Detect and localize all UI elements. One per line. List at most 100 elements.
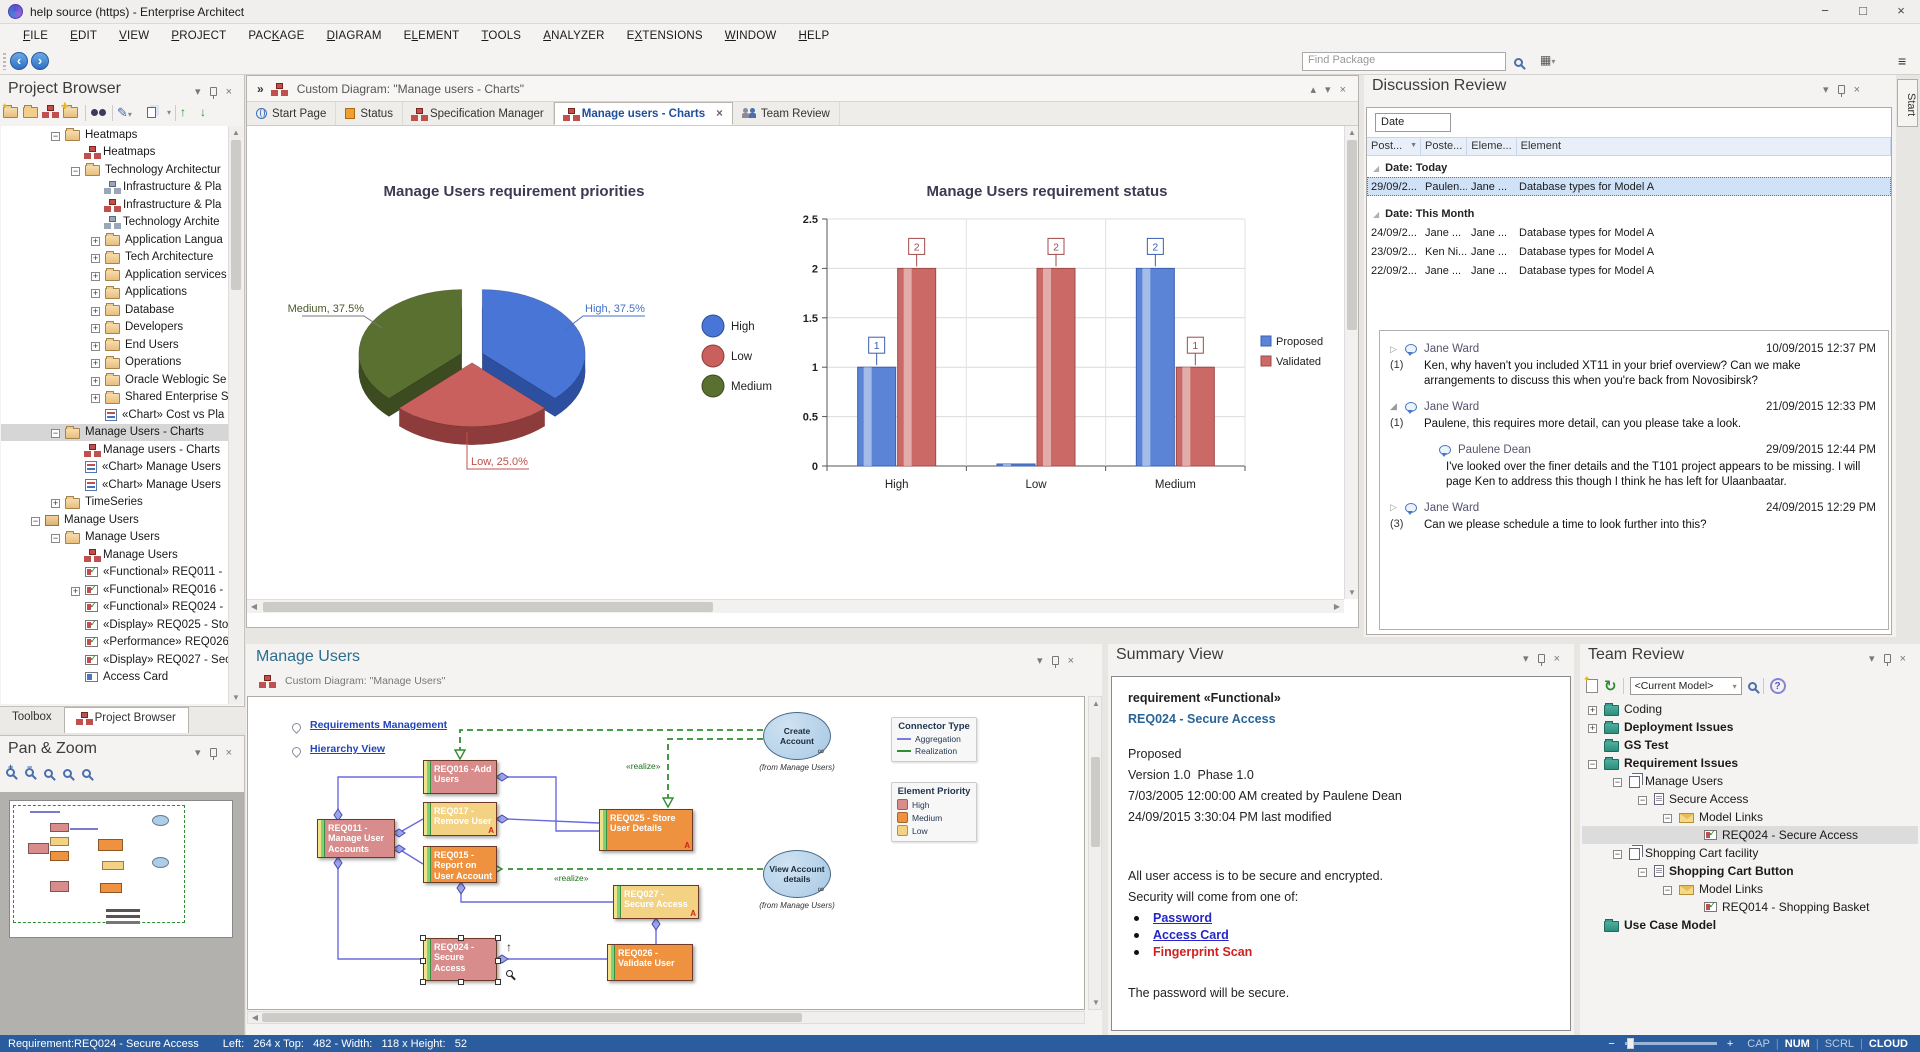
diagram-hyperlink-2[interactable]: Hierarchy View	[310, 743, 385, 755]
expander-icon[interactable]: +	[1588, 702, 1604, 716]
maximize-button[interactable]: □	[1844, 0, 1882, 23]
team-tree-item[interactable]: −Model Links	[1582, 880, 1918, 898]
menu-tools[interactable]: TOOLS	[470, 30, 532, 42]
tree-item[interactable]: Infrastructure & Pla	[1, 196, 229, 214]
bullet-label[interactable]: Password	[1153, 911, 1212, 925]
team-tree-item[interactable]: −Manage Users	[1582, 772, 1918, 790]
nav-forward-button[interactable]: ›	[31, 52, 49, 70]
tree-item[interactable]: Heatmaps	[1, 144, 229, 162]
tree-item[interactable]: +TimeSeries	[1, 494, 229, 512]
move-up-icon[interactable]: ↑	[180, 105, 198, 122]
collapse-icon[interactable]: ▴	[1311, 83, 1317, 96]
horizontal-scrollbar[interactable]: ◀	[247, 1011, 1085, 1024]
tree-item[interactable]: Manage users - Charts	[1, 441, 229, 459]
menu-element[interactable]: ELEMENT	[393, 30, 471, 42]
dropdown-icon[interactable]: ▾	[195, 746, 201, 759]
zoom-refresh-icon[interactable]	[82, 769, 91, 778]
expander-icon[interactable]: −	[51, 530, 65, 544]
tab-start-page[interactable]: Start Page	[247, 102, 336, 125]
discussion-row[interactable]: 23/09/2...Ken Ni...Jane ...Database type…	[1367, 242, 1891, 261]
thread-expander-icon[interactable]: ▷	[1390, 344, 1398, 355]
team-tree-item[interactable]: Use Case Model	[1582, 916, 1918, 934]
expander-icon[interactable]: −	[1588, 756, 1604, 770]
expander-icon[interactable]: −	[71, 163, 85, 177]
close-icon[interactable]: ×	[1854, 84, 1860, 96]
team-tree-item[interactable]: −Model Links	[1582, 808, 1918, 826]
team-tree-item[interactable]: −Requirement Issues	[1582, 754, 1918, 772]
expander-icon[interactable]: +	[51, 495, 65, 509]
tree-item[interactable]: Infrastructure & Pla	[1, 179, 229, 197]
discussion-row[interactable]: 22/09/2...Jane ...Jane ...Database types…	[1367, 261, 1891, 280]
search-icon[interactable]	[1514, 56, 1523, 70]
tab-manage-users-charts[interactable]: Manage users - Charts×	[554, 102, 733, 125]
summary-element-link[interactable]: REQ024 - Secure Access	[1128, 712, 1554, 726]
expander-icon[interactable]: −	[51, 128, 65, 142]
status-toggle-cloud[interactable]: CLOUD	[1869, 1038, 1908, 1050]
tree-item[interactable]: «Chart» Cost vs Pla	[1, 406, 229, 424]
close-icon[interactable]: ×	[226, 86, 232, 98]
dropdown-icon[interactable]: ▾	[1823, 83, 1829, 96]
date-filter-input[interactable]: Date	[1375, 113, 1451, 132]
column-header-Eleme[interactable]: Eleme...	[1467, 138, 1516, 155]
find-binoculars-icon[interactable]	[90, 105, 108, 122]
new-post-icon[interactable]	[1586, 679, 1598, 693]
close-icon[interactable]: ×	[1554, 653, 1560, 665]
menu-edit[interactable]: EDIT	[59, 30, 108, 42]
zoom-fit-icon[interactable]	[63, 769, 72, 778]
tree-item[interactable]: +Oracle Weblogic Se	[1, 371, 229, 389]
expander-icon[interactable]: −	[1613, 846, 1629, 860]
team-tree-item[interactable]: REQ014 - Shopping Basket	[1582, 898, 1918, 916]
menu-diagram[interactable]: DIAGRAM	[316, 30, 393, 42]
tree-item[interactable]: +Tech Architecture	[1, 249, 229, 267]
tree-item[interactable]: «Display» REQ027 - Sec	[1, 651, 229, 669]
tree-item[interactable]: «Performance» REQ026	[1, 634, 229, 652]
quicklink-arrow-icon[interactable]: ↑	[506, 940, 512, 954]
horizontal-scrollbar[interactable]: ◀ ▶	[247, 599, 1344, 613]
dropdown-icon[interactable]: ▾	[1523, 652, 1529, 665]
tree-item[interactable]: «Functional» REQ011 -	[1, 564, 229, 582]
discussion-group-header[interactable]: ◢Date: Today	[1367, 156, 1891, 177]
thread-entry[interactable]: ▷Jane Ward10/09/2015 12:37 PM(1)Ken, why…	[1380, 343, 1888, 389]
expander-icon[interactable]: +	[91, 268, 105, 282]
requirement-box-req011[interactable]: REQ011 - Manage User Accounts	[317, 819, 395, 858]
pin-icon[interactable]	[1838, 85, 1845, 94]
status-toggle-num[interactable]: NUM	[1785, 1038, 1810, 1050]
move-down-icon[interactable]: ↓	[200, 105, 218, 122]
minimize-button[interactable]: −	[1806, 0, 1844, 23]
team-tree-item[interactable]: −Shopping Cart facility	[1582, 844, 1918, 862]
selection-handle[interactable]	[495, 935, 501, 941]
menu-file[interactable]: FILE	[12, 30, 59, 42]
tree-item[interactable]: +Operations	[1, 354, 229, 372]
tree-item[interactable]: Technology Archite	[1, 214, 229, 232]
help-icon[interactable]: ?	[1770, 678, 1786, 694]
expander-icon[interactable]: −	[1663, 882, 1679, 896]
tree-item[interactable]: +Shared Enterprise S	[1, 389, 229, 407]
search-icon[interactable]	[1748, 682, 1757, 691]
tab-close-icon[interactable]: ×	[716, 108, 723, 120]
tab-start-vertical[interactable]: Start	[1897, 79, 1918, 127]
dropdown-icon[interactable]: ▾	[1869, 652, 1875, 665]
thread-entry[interactable]: ◢Jane Ward21/09/2015 12:33 PM(1)Paulene,…	[1380, 401, 1888, 432]
tree-item[interactable]: «Chart» Manage Users	[1, 459, 229, 477]
column-header-Element[interactable]: Element	[1517, 138, 1891, 155]
tree-item[interactable]: +Applications	[1, 284, 229, 302]
pin-icon[interactable]	[1884, 654, 1891, 663]
menu-project[interactable]: PROJECT	[160, 30, 237, 42]
expander-icon[interactable]: −	[1663, 810, 1679, 824]
zoom-element-icon[interactable]	[506, 970, 513, 977]
discussion-group-header[interactable]: ◢Date: This Month	[1367, 202, 1891, 223]
zoom-out-icon[interactable]: −	[25, 766, 34, 780]
status-toggle-scrl[interactable]: SCRL	[1825, 1038, 1854, 1050]
tree-item[interactable]: Manage Users	[1, 546, 229, 564]
requirement-box-req017[interactable]: REQ017 -Remove UserA	[423, 802, 497, 836]
pin-icon[interactable]	[210, 748, 217, 757]
thread-expander-icon[interactable]: ▷	[1390, 502, 1398, 513]
team-tree-item[interactable]: REQ024 - Secure Access	[1582, 826, 1918, 844]
dropdown-icon[interactable]: ▾	[1325, 83, 1331, 96]
tree-item[interactable]: +«Functional» REQ016 -	[1, 581, 229, 599]
requirement-box-req027[interactable]: REQ027 - Secure AccessA	[613, 885, 699, 919]
vertical-scrollbar[interactable]: ▲ ▼	[1088, 696, 1102, 1010]
expander-icon[interactable]: +	[91, 390, 105, 404]
selection-handle[interactable]	[458, 979, 464, 985]
tree-item[interactable]: +Application services	[1, 266, 229, 284]
